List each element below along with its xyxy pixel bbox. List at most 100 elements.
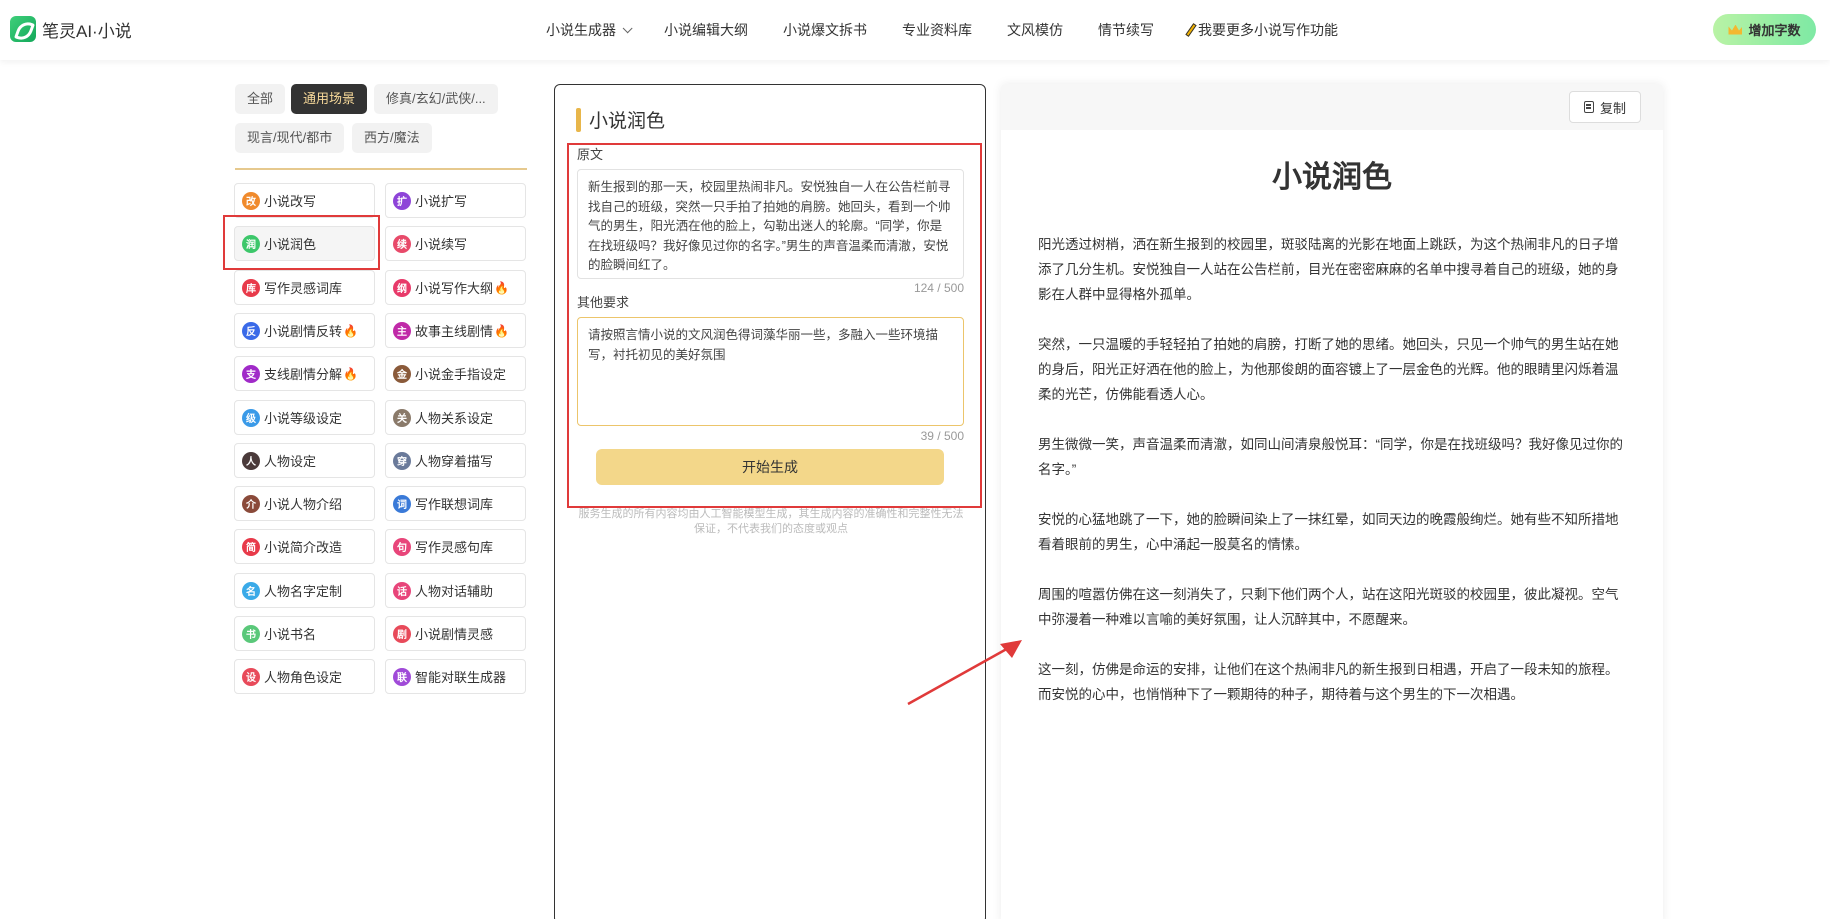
tool-item[interactable]: 主故事主线剧情 🔥 xyxy=(385,313,526,348)
tool-item[interactable]: 名人物名字定制 xyxy=(234,573,375,608)
tool-item[interactable]: 剧小说剧情灵感 xyxy=(385,616,526,651)
tab-modern[interactable]: 现言/现代/都市 xyxy=(235,123,345,153)
tool-label: 写作联想词库 xyxy=(415,497,494,512)
copy-button[interactable]: 复制 xyxy=(1569,91,1641,123)
tool-label: 小说续写 xyxy=(415,237,468,252)
tool-label: 写作灵感句库 xyxy=(415,540,494,555)
tool-label: 小说等级设定 xyxy=(264,411,343,426)
logo[interactable]: 笔灵AI·小说 xyxy=(10,16,132,42)
chevron-down-icon xyxy=(622,22,633,33)
nav-label: 我要更多小说写作功能 xyxy=(1198,22,1338,38)
tool-item[interactable]: 人人物设定 xyxy=(234,443,375,478)
tab-xianxia[interactable]: 修真/玄幻/武侠/... xyxy=(374,84,498,114)
flame-icon: 🔥 xyxy=(494,323,509,338)
add-words-button[interactable]: 增加字数 xyxy=(1713,14,1816,45)
tool-item[interactable]: 话人物对话辅助 xyxy=(385,573,526,608)
tool-label: 小说扩写 xyxy=(415,194,468,209)
tool-icon: 支 xyxy=(242,364,260,383)
tool-icon: 纲 xyxy=(393,278,411,297)
tool-icon: 金 xyxy=(393,364,411,383)
tool-label: 小说书名 xyxy=(264,627,317,642)
tool-item[interactable]: 设人物角色设定 xyxy=(234,659,375,694)
tool-item[interactable]: 介小说人物介绍 xyxy=(234,486,375,521)
tool-label: 小说剧情反转 xyxy=(264,324,343,339)
tool-item[interactable]: 改小说改写 xyxy=(234,183,375,218)
tool-item[interactable]: 金小说金手指设定 xyxy=(385,356,526,391)
nav-item-resource-library[interactable]: 专业资料库 xyxy=(902,20,972,40)
flame-icon: 🔥 xyxy=(343,366,358,381)
tool-icon: 话 xyxy=(393,581,411,600)
tool-item[interactable]: 扩小说扩写 xyxy=(385,183,526,218)
tool-item[interactable]: 支支线剧情分解 🔥 xyxy=(234,356,375,391)
nav-item-outline-editor[interactable]: 小说编辑大纲 xyxy=(664,20,748,40)
nav-label: 情节续写 xyxy=(1098,22,1154,38)
flame-icon: 🔥 xyxy=(343,323,358,338)
tool-label: 人物穿着描写 xyxy=(415,454,494,469)
tool-item[interactable]: 联智能对联生成器 xyxy=(385,659,526,694)
nav-item-novel-generator[interactable]: 小说生成器 xyxy=(546,20,633,40)
tool-icon: 词 xyxy=(393,494,411,513)
tab-general[interactable]: 通用场景 xyxy=(291,84,368,114)
tool-item[interactable]: 简小说简介改造 xyxy=(234,529,375,564)
tab-all[interactable]: 全部 xyxy=(235,84,286,114)
pencil-icon xyxy=(1185,23,1197,37)
tool-icon: 扩 xyxy=(393,191,411,210)
tool-label: 小说剧情灵感 xyxy=(415,627,494,642)
copy-icon xyxy=(1583,101,1594,113)
nav-label: 小说编辑大纲 xyxy=(664,22,748,38)
tool-label: 智能对联生成器 xyxy=(415,670,507,685)
tool-item[interactable]: 关人物关系设定 xyxy=(385,400,526,435)
result-paragraph: 男生微微一笑，声音温柔而清澈，如同山间清泉般悦耳：“同学，你是在找班级吗？我好像… xyxy=(1038,437,1623,477)
tool-icon: 剧 xyxy=(393,624,411,643)
tabs-divider xyxy=(235,168,527,170)
highlight-box-input-area xyxy=(567,143,982,508)
result-paragraph: 阳光透过树梢，洒在新生报到的校园里，斑驳陆离的光影在地面上跳跃，为这个热闹非凡的… xyxy=(1038,237,1619,302)
tool-icon: 联 xyxy=(393,667,411,686)
tool-item[interactable]: 库写作灵感词库 xyxy=(234,270,375,305)
nav-item-more-features[interactable]: 我要更多小说写作功能 xyxy=(1185,20,1338,40)
tool-item[interactable]: 词写作联想词库 xyxy=(385,486,526,521)
tool-icon: 改 xyxy=(242,191,260,210)
nav-label: 小说生成器 xyxy=(546,22,616,38)
tool-item[interactable]: 纲小说写作大纲 🔥 xyxy=(385,270,526,305)
nav-label: 文风模仿 xyxy=(1007,22,1063,38)
tab-western[interactable]: 西方/魔法 xyxy=(352,123,432,153)
tool-item[interactable]: 书小说书名 xyxy=(234,616,375,651)
copy-label: 复制 xyxy=(1599,100,1626,116)
tool-item[interactable]: 级小说等级设定 xyxy=(234,400,375,435)
result-title: 小说润色 xyxy=(1272,161,1392,194)
tool-icon: 反 xyxy=(242,321,260,340)
tool-label: 小说金手指设定 xyxy=(415,367,507,382)
title-accent-bar xyxy=(576,107,581,132)
tool-icon: 主 xyxy=(393,321,411,340)
logo-icon xyxy=(10,16,36,42)
tool-item[interactable]: 反小说剧情反转 🔥 xyxy=(234,313,375,348)
flame-icon: 🔥 xyxy=(494,280,509,295)
tool-label: 人物关系设定 xyxy=(415,411,494,426)
tool-item[interactable]: 穿人物穿着描写 xyxy=(385,443,526,478)
tool-label: 小说写作大纲 xyxy=(415,281,494,296)
highlight-box-selected-tool xyxy=(223,215,380,270)
disclaimer-text: 服务生成的所有内容均由人工智能模型生成，其生成内容的准确性和完整性无法保证，不代… xyxy=(578,508,964,535)
add-words-label: 增加字数 xyxy=(1748,23,1801,38)
result-paragraph: 周围的喧嚣仿佛在这一刻消失了，只剩下他们两个人，站在这阳光斑驳的校园里，彼此凝视… xyxy=(1038,587,1619,627)
tool-icon: 句 xyxy=(393,537,411,556)
result-toolbar xyxy=(1001,84,1663,130)
tool-label: 支线剧情分解 xyxy=(264,367,343,382)
tool-label: 人物设定 xyxy=(264,454,317,469)
tool-label: 小说简介改造 xyxy=(264,540,343,555)
result-paragraph: 安悦的心猛地跳了一下，她的脸瞬间染上了一抹红晕，如同天边的晚霞般绚烂。她有些不知… xyxy=(1038,512,1619,552)
nav-item-plot-continue[interactable]: 情节续写 xyxy=(1098,20,1154,40)
nav-item-style-imitation[interactable]: 文风模仿 xyxy=(1007,20,1063,40)
tool-icon: 关 xyxy=(393,408,411,427)
tool-icon: 介 xyxy=(242,494,260,513)
nav-item-book-breakdown[interactable]: 小说爆文拆书 xyxy=(783,20,867,40)
tool-label: 人物名字定制 xyxy=(264,584,343,599)
crown-icon xyxy=(1728,24,1743,35)
tool-label: 人物对话辅助 xyxy=(415,584,494,599)
tool-label: 人物角色设定 xyxy=(264,670,343,685)
tool-icon: 人 xyxy=(242,451,260,470)
tool-label: 写作灵感词库 xyxy=(264,281,343,296)
tool-item[interactable]: 续小说续写 xyxy=(385,226,526,261)
tool-item[interactable]: 句写作灵感句库 xyxy=(385,529,526,564)
